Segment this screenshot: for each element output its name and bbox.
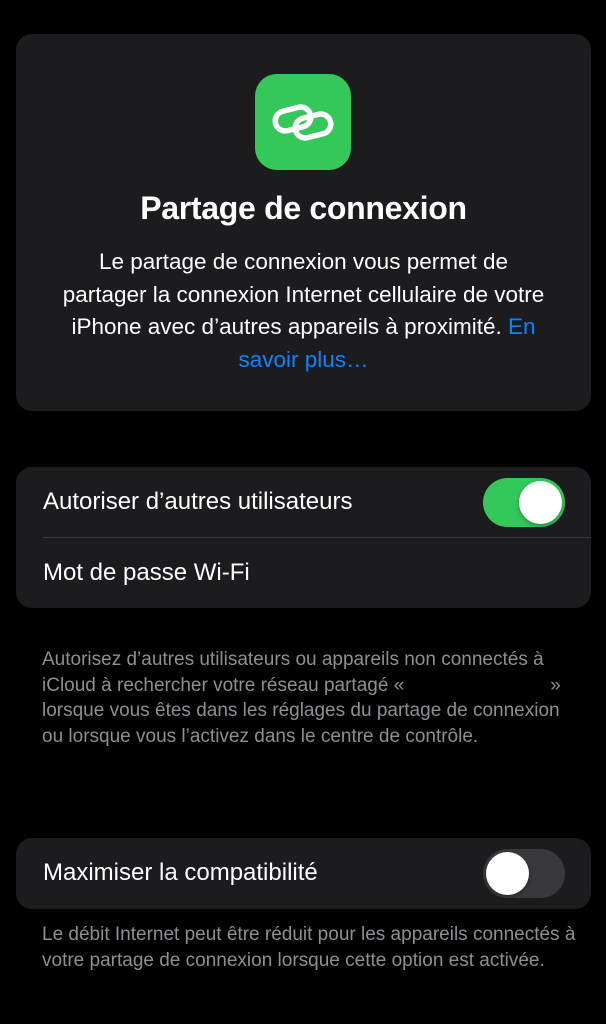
maximize-compat-label: Maximiser la compatibilité — [43, 859, 318, 886]
allow-others-label: Autoriser d’autres utilisateurs — [43, 488, 353, 515]
maximize-compat-row[interactable]: Maximiser la compatibilité — [16, 838, 591, 908]
wifi-password-row[interactable]: Mot de passe Wi-Fi — [16, 538, 591, 608]
page-title: Partage de connexion — [140, 190, 467, 226]
sharing-settings-group: Autoriser d’autres utilisateurs Mot de p… — [16, 467, 591, 608]
toggle-knob — [486, 852, 529, 895]
hotspot-description: Le partage de connexion vous permet de p… — [60, 246, 547, 376]
toggle-knob — [519, 481, 562, 524]
maximize-compat-footnote: Le débit Internet peut être réduit pour … — [42, 924, 576, 971]
link-icon — [272, 104, 334, 141]
maximize-compat-toggle[interactable] — [483, 849, 565, 898]
description-text: Le partage de connexion vous permet de p… — [62, 249, 545, 339]
allow-others-footnote: Autorisez d’autres utilisateurs ou appar… — [42, 647, 582, 749]
footnote-text-start: Autorisez d’autres utilisateurs ou appar… — [42, 649, 544, 696]
hotspot-app-icon — [255, 74, 351, 170]
wifi-password-label: Mot de passe Wi-Fi — [43, 559, 250, 586]
allow-others-toggle[interactable] — [483, 478, 565, 527]
allow-others-row[interactable]: Autoriser d’autres utilisateurs — [16, 467, 591, 538]
compatibility-settings-group: Maximiser la compatibilité — [16, 838, 591, 909]
